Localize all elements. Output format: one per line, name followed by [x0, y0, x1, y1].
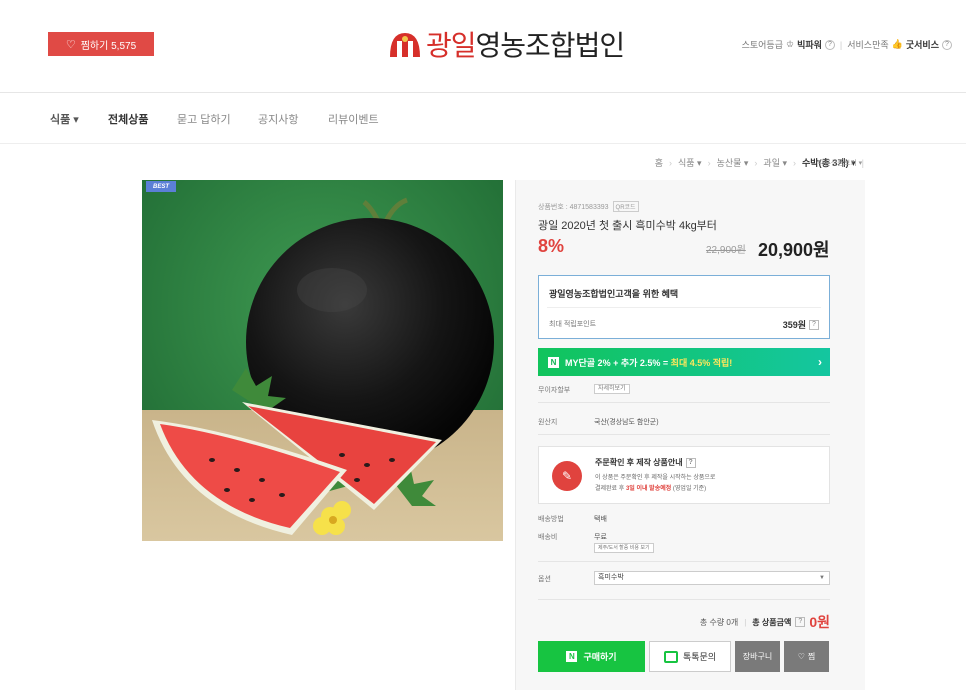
installment-details-button[interactable]: 자세히보기 — [594, 384, 630, 394]
store-header: ♡ 찜하기 5,575 광일영농조합법인 스토어등급 ♔ 빅파워 ? | 서비스… — [0, 0, 966, 92]
shipping-method-value: 택배 — [594, 516, 607, 523]
buy-button-label: 구매하기 — [583, 652, 617, 662]
breadcrumb-item[interactable]: 과일 ▾ — [763, 156, 787, 169]
nav-item-review-event[interactable]: 리뷰이벤트 — [328, 111, 379, 127]
divider — [538, 599, 830, 600]
other-products-link[interactable]: 다른상품보기 ▾ — [818, 158, 862, 168]
zzim-button[interactable]: ♡ 찜 — [784, 641, 829, 672]
point-value: 359원 ? — [783, 318, 819, 331]
shipping-method-label: 배송방법 — [538, 516, 564, 523]
buy-button[interactable]: N 구매하기 — [538, 641, 645, 672]
benefit-box: 광일영농조합법인고객을 위한 혜택 최대 적립포인트 359원 ? — [538, 275, 830, 339]
product-title: 광일 2020년 첫 출시 흑미수박 4kg부터 — [538, 220, 717, 232]
logo-text: 광일영농조합법인 — [426, 29, 625, 62]
installment-details: 자세히보기 — [594, 383, 630, 394]
total-amount-label: 총 상품금액 — [752, 617, 792, 627]
my-regular-banner[interactable]: N MY단골 2% + 추가 2.5% = 최대 4.5% 적립! › — [538, 348, 830, 376]
divider — [538, 561, 830, 562]
breadcrumb-separator: › — [668, 157, 672, 168]
favorite-store-button[interactable]: ♡ 찜하기 5,575 — [48, 32, 154, 56]
store-grade-label: 스토어등급 — [741, 40, 783, 50]
original-price: 22,900원 — [706, 245, 746, 256]
help-icon[interactable]: ? — [795, 617, 806, 627]
product-code: 상품번호 : 4871583393 QR코드 — [538, 201, 639, 212]
shipping-extra: 제주/도서 할증 비용 보기 — [594, 543, 654, 553]
heart-icon: ♡ — [65, 38, 76, 51]
edit-document-icon: ✎ — [552, 461, 582, 491]
naver-n-icon: N — [566, 651, 578, 662]
notice-title: 주문확인 후 제작 상품안내 ? — [595, 457, 696, 468]
divider: | — [839, 39, 843, 50]
category-nav: 식품 ▾ 전체상품 묻고 답하기 공지사항 리뷰이벤트 — [0, 92, 966, 144]
breadcrumb-item[interactable]: 홈 — [655, 156, 663, 169]
shipping-fee-label: 배송비 — [538, 534, 558, 541]
banner-text: MY단골 2% + 추가 2.5% = 최대 4.5% 적립! — [565, 357, 733, 368]
qr-code-button[interactable]: QR코드 — [612, 201, 639, 212]
option-label: 옵션 — [538, 576, 551, 583]
nav-item-qna[interactable]: 묻고 답하기 — [177, 111, 231, 127]
product-image[interactable] — [142, 180, 503, 541]
favorite-count-label: 찜하기 5,575 — [80, 40, 137, 52]
installment-label: 무이자할부 — [538, 387, 571, 394]
origin-label: 원산지 — [538, 419, 558, 426]
shipping-fee-value: 무료 — [594, 534, 607, 541]
breadcrumb-separator: › — [754, 157, 758, 168]
breadcrumb-separator: › — [707, 157, 711, 168]
breadcrumb-separator: › — [793, 157, 797, 168]
talktalk-inquiry-button[interactable]: 톡톡문의 — [649, 641, 731, 672]
help-icon[interactable]: ? — [809, 319, 819, 330]
point-label: 최대 적립포인트 — [549, 321, 597, 328]
island-surcharge-button[interactable]: 제주/도서 할증 비용 보기 — [594, 543, 654, 553]
discount-rate: 8% — [538, 236, 565, 256]
chat-bubble-icon — [663, 650, 678, 663]
naver-n-icon: N — [548, 356, 559, 368]
made-to-order-notice: ✎ 주문확인 후 제작 상품안내 ? 이 상품은 주문확인 후 제작을 시작하는… — [538, 446, 830, 504]
divider — [538, 402, 830, 403]
origin-value: 국산(경상남도 함안군) — [594, 419, 659, 426]
sale-price: 20,900원 — [758, 240, 830, 260]
talk-button-label: 톡톡문의 — [682, 652, 717, 662]
product-code-label: 상품번호 : 4871583393 — [538, 203, 609, 211]
logo-mark-icon — [390, 33, 420, 57]
service-value: 굿서비스 — [905, 40, 939, 50]
help-icon[interactable]: ? — [824, 39, 835, 50]
help-icon[interactable]: ? — [942, 39, 952, 50]
breadcrumb-item[interactable]: 농산물 ▾ — [717, 156, 749, 169]
nav-item-notice[interactable]: 공지사항 — [258, 111, 298, 127]
benefit-title: 광일영농조합법인고객을 위한 혜택 — [549, 289, 679, 299]
zzim-button-label: 찜 — [807, 652, 816, 661]
best-badge: BEST — [146, 181, 176, 192]
divider — [547, 307, 821, 308]
order-total: 총 수량 0개 | 총 상품금액 ? 0원 — [700, 612, 830, 632]
divider: | — [744, 617, 747, 627]
store-grade-value: 빅파워 — [797, 40, 822, 50]
watermelon-illustration — [142, 180, 503, 541]
chevron-down-icon: ▼ — [819, 575, 825, 581]
option-selected-value: 흑미수박 — [598, 574, 624, 581]
help-icon[interactable]: ? — [685, 457, 696, 468]
chevron-right-icon: › — [818, 355, 822, 369]
notice-line-1: 이 상품은 주문확인 후 제작을 시작하는 상품으로 — [595, 475, 716, 481]
heart-icon: ♡ — [797, 652, 805, 661]
notice-line-2: 결제완료 후 3일 이내 발송예정 (영업일 기준) — [595, 486, 707, 492]
point-amount: 359원 — [782, 320, 806, 330]
thumbs-up-icon: 👍 — [891, 39, 903, 49]
nav-item-all-products[interactable]: 전체상품 — [108, 111, 148, 127]
option-select[interactable]: 흑미수박 ▼ — [594, 571, 830, 585]
store-logo[interactable]: 광일영농조합법인 — [388, 24, 625, 64]
cart-button[interactable]: 장바구니 — [735, 641, 780, 672]
trophy-icon: ♔ — [785, 39, 795, 49]
total-amount-value: 0원 — [809, 614, 830, 630]
total-quantity: 총 수량 0개 — [699, 617, 739, 627]
store-info: 스토어등급 ♔ 빅파워 ? | 서비스만족 👍 굿서비스 ? — [742, 38, 952, 51]
nav-item-food[interactable]: 식품 ▾ — [50, 111, 79, 127]
divider — [538, 434, 830, 435]
breadcrumb-item[interactable]: 식품 ▾ — [678, 156, 702, 169]
service-label: 서비스만족 — [847, 40, 889, 50]
